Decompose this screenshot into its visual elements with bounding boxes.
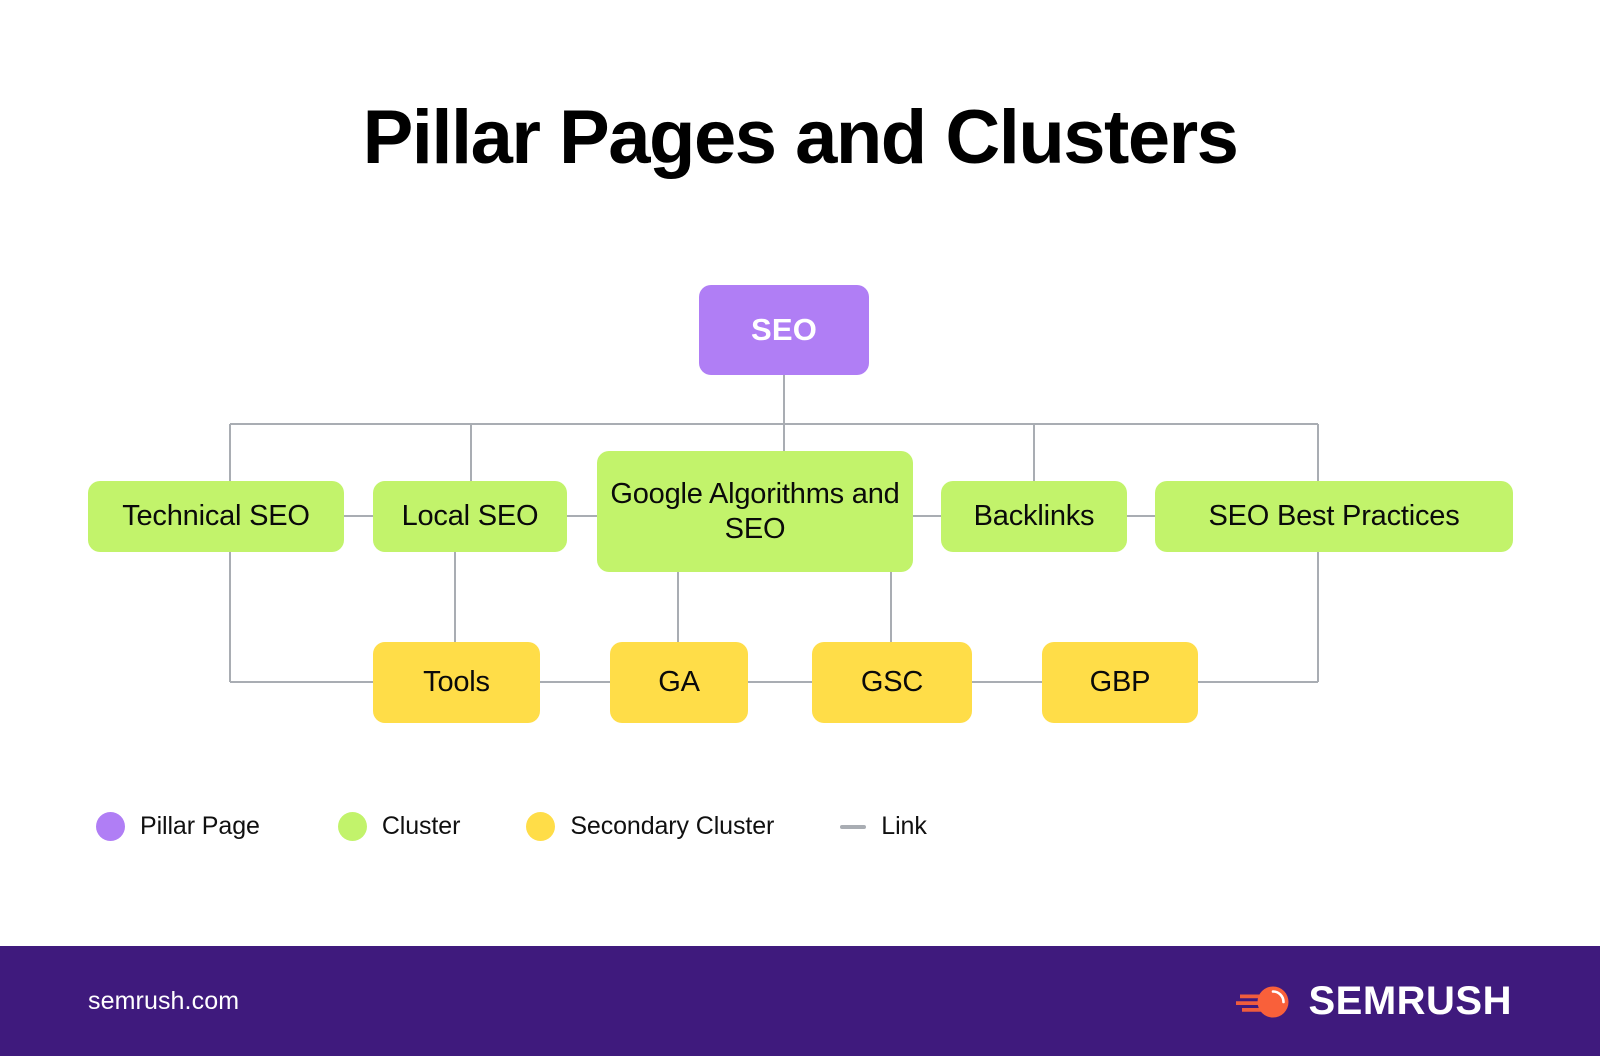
legend-label-link: Link [881,812,927,840]
node-cluster-google-algorithms-and-seo[interactable]: Google Algorithms and SEO [597,451,913,572]
legend-item-link: Link [840,812,927,841]
footer-bar: semrush.com SEMRUSH [0,946,1600,1056]
node-secondary-gsc[interactable]: GSC [812,642,972,723]
link-dash-icon [840,824,867,829]
secondary-circle-icon [526,812,556,841]
pillar-circle-icon [96,812,125,841]
infographic-canvas: Pillar Pages and Clusters SEO Technical … [0,0,1600,1056]
semrush-logo: SEMRUSH [1236,979,1512,1024]
node-cluster-technical-seo[interactable]: Technical SEO [88,481,344,552]
legend-item-cluster: Cluster [337,812,461,841]
node-pillar-seo[interactable]: SEO [699,285,869,375]
legend-label-pillar-page: Pillar Page [140,812,260,840]
legend-label-cluster: Cluster [381,812,461,840]
node-cluster-local-seo[interactable]: Local SEO [373,481,567,552]
legend: Pillar Page Cluster Secondary Cluster Li… [96,812,927,841]
node-secondary-gbp[interactable]: GBP [1042,642,1198,723]
node-cluster-backlinks[interactable]: Backlinks [941,481,1127,552]
node-secondary-ga[interactable]: GA [610,642,748,723]
legend-label-secondary-cluster: Secondary Cluster [570,812,775,840]
semrush-comet-icon [1236,986,1289,1018]
footer-url[interactable]: semrush.com [88,987,239,1016]
semrush-wordmark: SEMRUSH [1308,978,1512,1023]
legend-item-secondary-cluster: Secondary Cluster [526,812,774,841]
legend-item-pillar-page: Pillar Page [96,812,260,841]
cluster-circle-icon [337,812,367,841]
node-secondary-tools[interactable]: Tools [373,642,540,723]
node-cluster-seo-best-practices[interactable]: SEO Best Practices [1155,481,1513,552]
